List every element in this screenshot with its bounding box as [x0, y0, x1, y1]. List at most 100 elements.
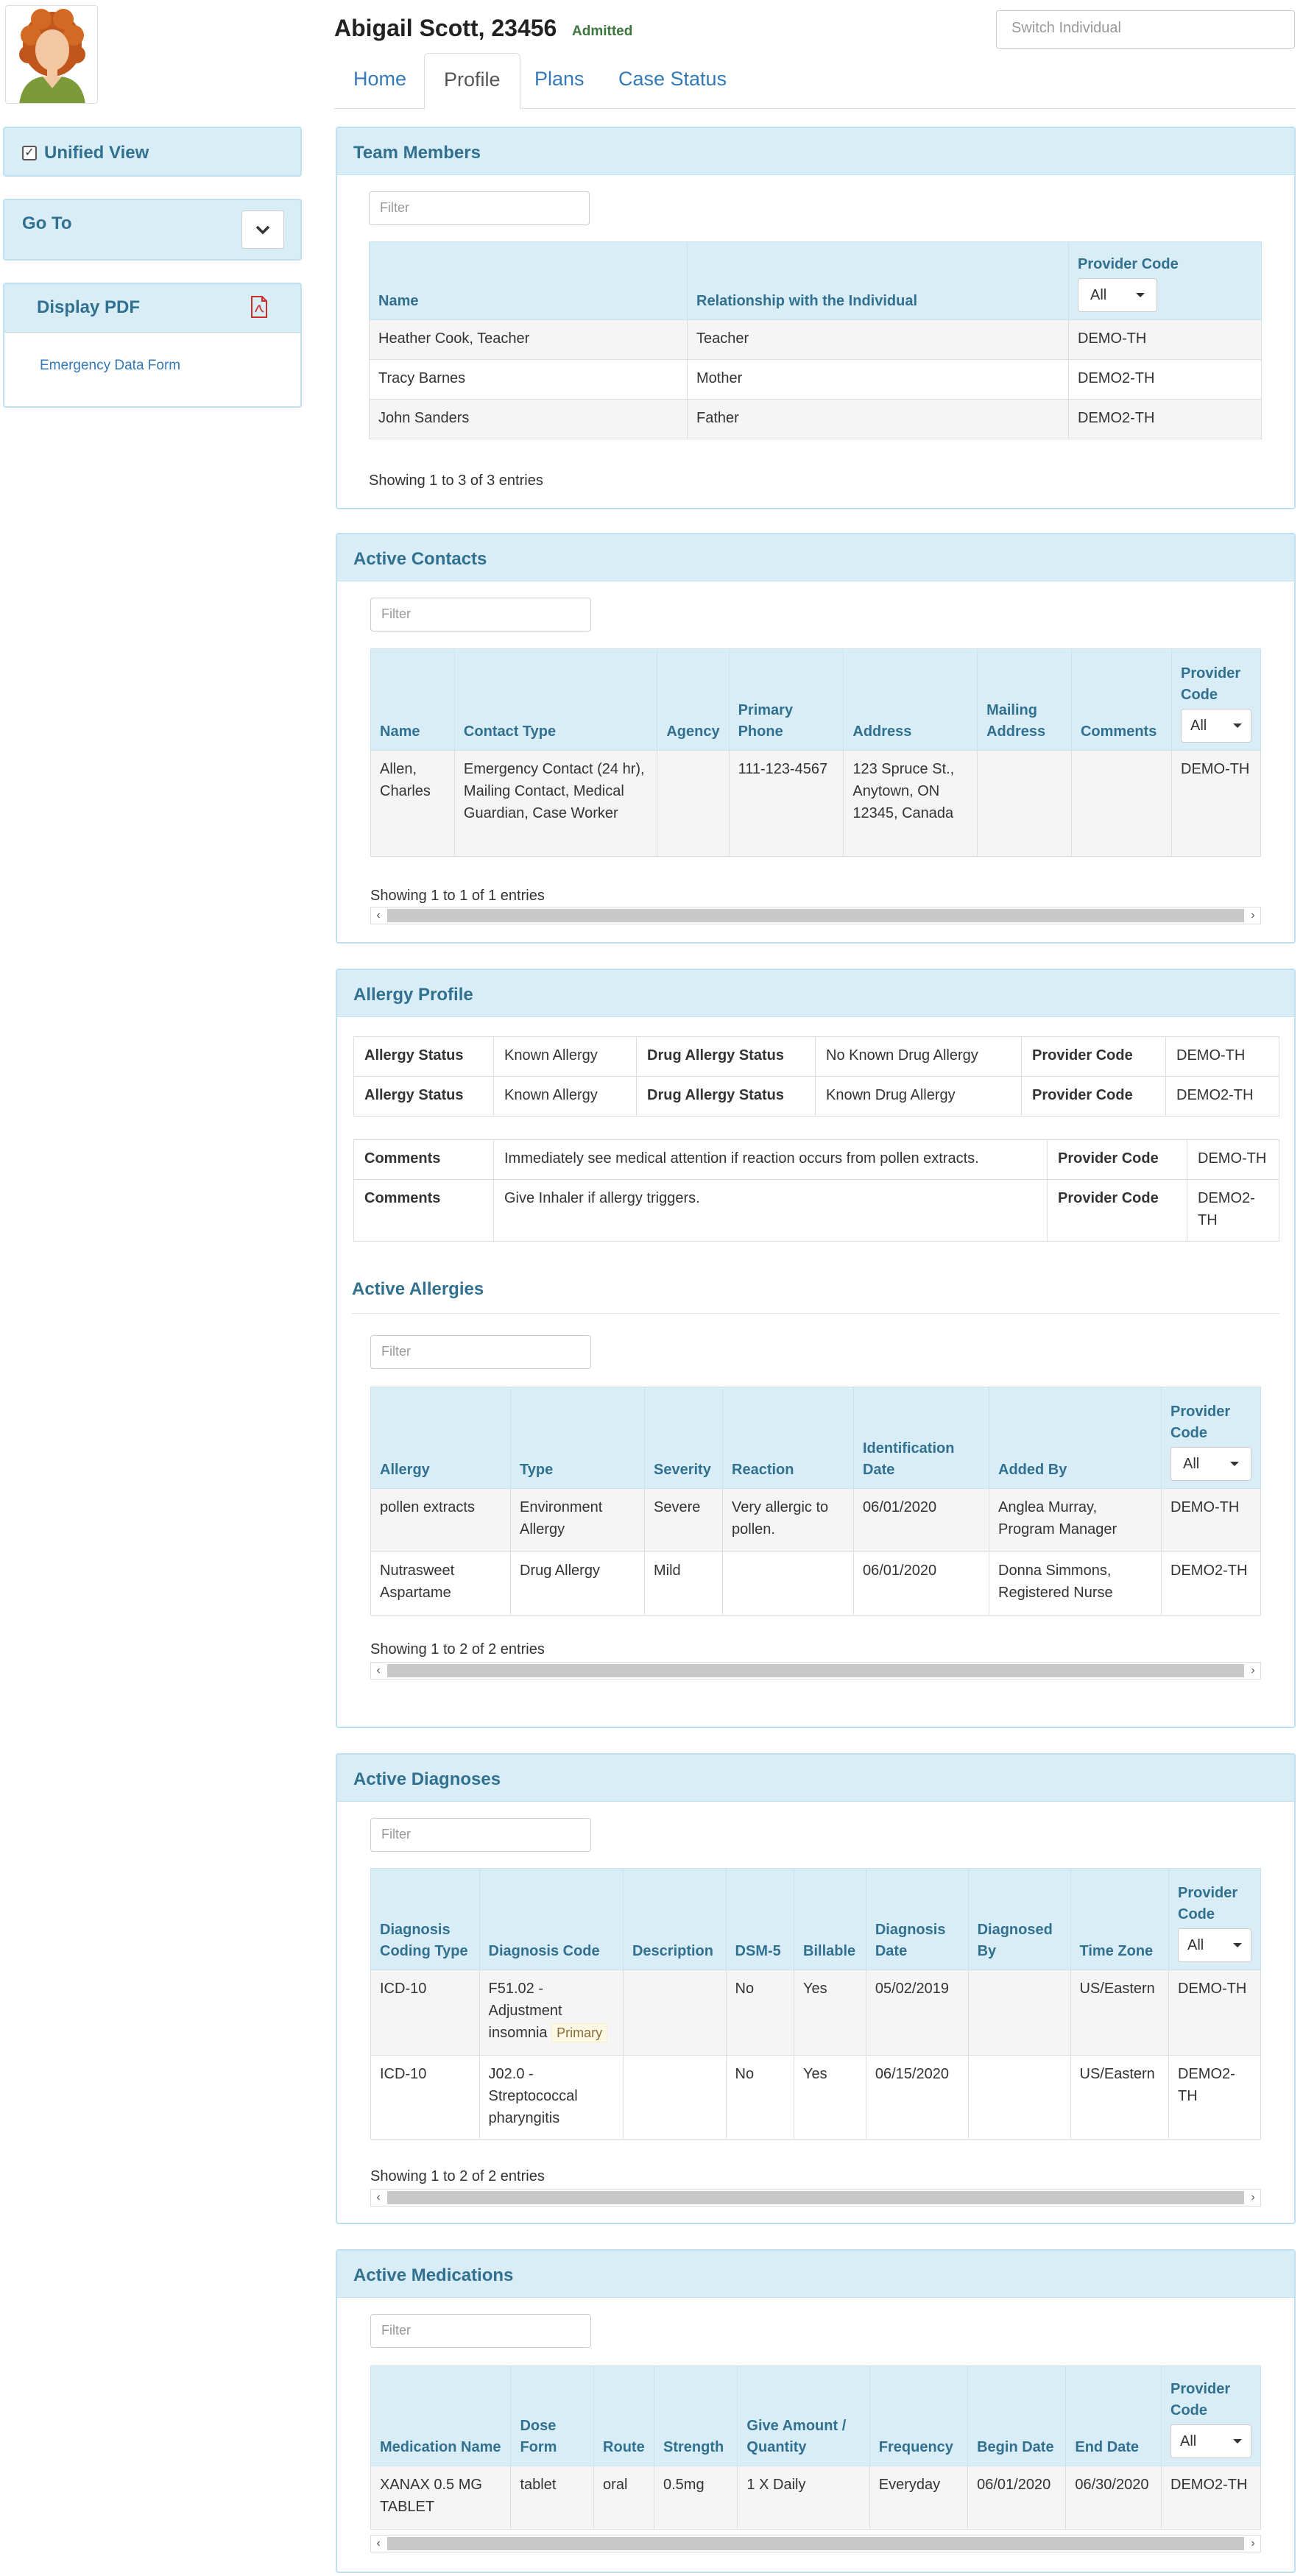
- scroll-right-icon[interactable]: ›: [1246, 2536, 1260, 2552]
- tab-case-status[interactable]: Case Status: [599, 53, 746, 109]
- unified-view-checkbox-icon[interactable]: ✓: [22, 146, 37, 160]
- active-diagnoses-horizontal-scrollbar[interactable]: ‹ ›: [370, 2189, 1261, 2207]
- primary-badge: Primary: [551, 2023, 608, 2042]
- table-row[interactable]: Nutrasweet Aspartame Drug Allergy Mild 0…: [370, 1551, 1261, 1616]
- column-header[interactable]: Name: [369, 241, 688, 320]
- column-header[interactable]: Diagnosis Date: [865, 1868, 969, 1970]
- column-header[interactable]: Provider Code: [1170, 2379, 1251, 2421]
- column-header[interactable]: Frequency: [869, 2366, 969, 2466]
- scroll-left-icon[interactable]: ‹: [371, 2536, 386, 2552]
- column-header[interactable]: Agency: [657, 648, 730, 751]
- table-row[interactable]: XANAX 0.5 MG TABLET tablet oral 0.5mg 1 …: [370, 2466, 1261, 2530]
- column-header[interactable]: Relationship with the Individual: [687, 241, 1069, 320]
- column-header[interactable]: Primary Phone: [728, 648, 844, 751]
- table-cell: ICD-10: [370, 1970, 480, 2056]
- column-header[interactable]: Diagnosis Code: [479, 1868, 624, 1970]
- scrollbar-thumb[interactable]: [387, 909, 1244, 922]
- column-header[interactable]: Strength: [653, 2366, 738, 2466]
- scroll-right-icon[interactable]: ›: [1246, 1663, 1260, 1679]
- goto-dropdown-button[interactable]: [241, 210, 284, 249]
- allergy-status-row: Allergy Status Known Allergy Drug Allerg…: [353, 1076, 1279, 1117]
- column-header[interactable]: Route: [593, 2366, 654, 2466]
- column-header[interactable]: DSM-5: [725, 1868, 795, 1970]
- column-header[interactable]: Provider Code: [1178, 1883, 1251, 1925]
- table-cell: Emergency Contact (24 hr), Mailing Conta…: [453, 750, 658, 857]
- switch-individual-input[interactable]: Switch Individual: [996, 10, 1295, 49]
- column-header[interactable]: Reaction: [722, 1387, 854, 1489]
- column-header[interactable]: Provider Code: [1170, 1401, 1251, 1444]
- active-allergies-horizontal-scrollbar[interactable]: ‹ ›: [370, 1662, 1261, 1680]
- table-row[interactable]: John Sanders Father DEMO2-TH: [369, 399, 1262, 439]
- scroll-left-icon[interactable]: ‹: [371, 1663, 386, 1679]
- column-header[interactable]: Provider Code: [1181, 663, 1251, 706]
- table-row[interactable]: Heather Cook, Teacher Teacher DEMO-TH: [369, 319, 1262, 360]
- active-contacts-horizontal-scrollbar[interactable]: ‹ ›: [370, 907, 1261, 924]
- scrollbar-thumb[interactable]: [387, 2537, 1244, 2550]
- column-header[interactable]: Type: [510, 1387, 645, 1489]
- column-header[interactable]: Description: [622, 1868, 727, 1970]
- table-row[interactable]: ICD-10 J02.0 - Streptococcal pharyngitis…: [370, 2055, 1261, 2140]
- pdf-file-icon[interactable]: [250, 296, 268, 318]
- column-header[interactable]: Added By: [989, 1387, 1162, 1489]
- provider-code-select[interactable]: All: [1170, 1447, 1251, 1481]
- scrollbar-thumb[interactable]: [387, 1664, 1244, 1677]
- active-medications-filter-input[interactable]: Filter: [370, 2314, 591, 2348]
- display-pdf-panel: Display PDF Emergency Data Form: [3, 283, 302, 408]
- provider-code-select[interactable]: All: [1170, 2424, 1251, 2458]
- scroll-right-icon[interactable]: ›: [1246, 2190, 1260, 2206]
- emergency-data-form-link[interactable]: Emergency Data Form: [40, 358, 180, 374]
- column-header[interactable]: Allergy: [370, 1387, 511, 1489]
- tab-plans[interactable]: Plans: [515, 53, 604, 109]
- label-cell: Provider Code: [1021, 1036, 1166, 1077]
- scroll-right-icon[interactable]: ›: [1246, 907, 1260, 924]
- table-cell: [977, 750, 1072, 857]
- select-value: All: [1090, 286, 1107, 303]
- caret-down-icon: [1136, 293, 1145, 297]
- tab-profile[interactable]: Profile: [424, 53, 520, 110]
- table-cell: Yes: [794, 2055, 866, 2140]
- table-cell: DEMO-TH: [1068, 319, 1262, 360]
- provider-code-header: Provider Code All: [1168, 1868, 1261, 1970]
- column-header[interactable]: Name: [370, 648, 455, 751]
- table-cell: DEMO2-TH: [1161, 1551, 1261, 1616]
- provider-code-select[interactable]: All: [1181, 709, 1251, 743]
- column-header[interactable]: Contact Type: [453, 648, 658, 751]
- active-medications-horizontal-scrollbar[interactable]: ‹ ›: [370, 2535, 1261, 2552]
- column-header[interactable]: Diagnosed By: [967, 1868, 1071, 1970]
- column-header[interactable]: Provider Code: [1078, 254, 1252, 275]
- table-row[interactable]: Tracy Barnes Mother DEMO2-TH: [369, 359, 1262, 400]
- provider-code-header: Provider Code All: [1161, 2366, 1261, 2466]
- table-row[interactable]: ICD-10 F51.02 - Adjustment insomnia Prim…: [370, 1970, 1261, 2056]
- unified-view-panel[interactable]: ✓ Unified View: [3, 127, 302, 177]
- tab-home[interactable]: Home: [334, 53, 425, 109]
- column-header[interactable]: Comments: [1070, 648, 1173, 751]
- table-cell: XANAX 0.5 MG TABLET: [370, 2466, 512, 2530]
- active-diagnoses-filter-input[interactable]: Filter: [370, 1818, 591, 1852]
- column-header[interactable]: Severity: [644, 1387, 723, 1489]
- column-header[interactable]: Address: [843, 648, 978, 751]
- table-row[interactable]: Allen, Charles Emergency Contact (24 hr)…: [370, 750, 1261, 857]
- table-cell: 06/01/2020: [967, 2466, 1067, 2530]
- column-header[interactable]: End Date: [1065, 2366, 1162, 2466]
- column-header[interactable]: Begin Date: [967, 2366, 1067, 2466]
- active-allergies-filter-input[interactable]: Filter: [370, 1335, 591, 1369]
- value-cell: No Known Drug Allergy: [815, 1036, 1022, 1077]
- scroll-left-icon[interactable]: ‹: [371, 2190, 386, 2206]
- scrollbar-thumb[interactable]: [387, 2191, 1244, 2204]
- active-contacts-filter-input[interactable]: Filter: [370, 598, 591, 631]
- column-header[interactable]: Medication Name: [370, 2366, 512, 2466]
- column-header[interactable]: Mailing Address: [977, 648, 1072, 751]
- provider-code-select[interactable]: All: [1078, 278, 1157, 312]
- provider-code-select[interactable]: All: [1178, 1928, 1251, 1962]
- table-row[interactable]: pollen extracts Environment Allergy Seve…: [370, 1488, 1261, 1552]
- column-header[interactable]: Diagnosis Coding Type: [370, 1868, 480, 1970]
- scroll-left-icon[interactable]: ‹: [371, 907, 386, 924]
- column-header[interactable]: Identification Date: [853, 1387, 989, 1489]
- column-header[interactable]: Time Zone: [1070, 1868, 1170, 1970]
- team-members-filter-input[interactable]: Filter: [369, 191, 590, 225]
- table-cell: 1 X Daily: [737, 2466, 870, 2530]
- column-header[interactable]: Dose Form: [510, 2366, 595, 2466]
- column-header[interactable]: Billable: [794, 1868, 866, 1970]
- table-cell: 06/30/2020: [1065, 2466, 1162, 2530]
- column-header[interactable]: Give Amount / Quantity: [737, 2366, 870, 2466]
